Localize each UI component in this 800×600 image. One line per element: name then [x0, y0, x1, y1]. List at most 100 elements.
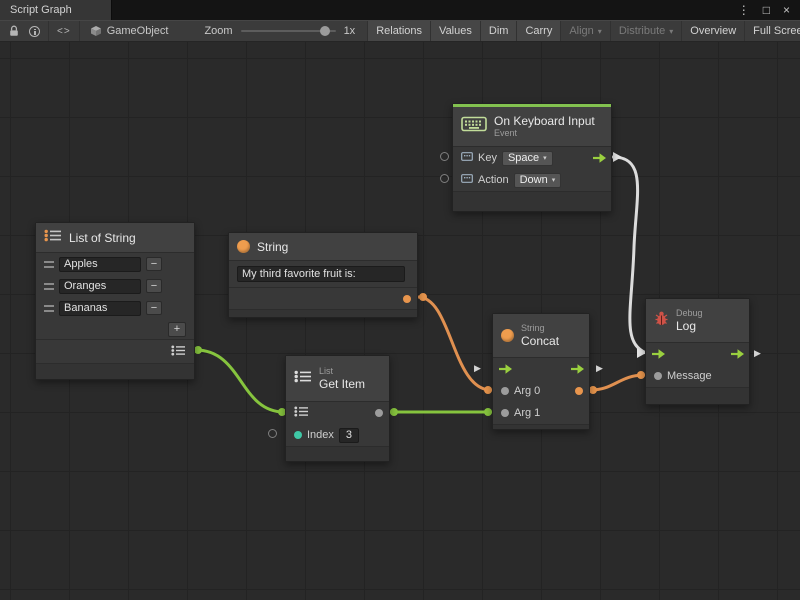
port-concat-result[interactable] [589, 386, 597, 394]
toolbar-code-group: <> [49, 21, 80, 41]
zoom-control: Zoom 1x [178, 21, 368, 41]
string-type-icon [237, 240, 250, 253]
bug-icon [654, 310, 669, 331]
drag-handle-icon[interactable] [44, 305, 54, 312]
node-header: List of String [36, 223, 194, 253]
string-output-port[interactable] [403, 295, 411, 303]
window-controls: ⋮ □ × [738, 0, 800, 20]
tab-title: Script Graph [10, 4, 72, 16]
log-flow-out-triangle[interactable]: ▶ [754, 349, 761, 358]
gameobject-selector[interactable]: GameObject [80, 21, 179, 41]
tab-strip: Script Graph ⋮ □ × [0, 0, 800, 20]
result-output-port[interactable] [575, 387, 583, 395]
remove-item-button[interactable]: − [146, 301, 162, 315]
string-type-icon [501, 329, 514, 342]
relations-button[interactable]: Relations [368, 21, 431, 41]
dim-button[interactable]: Dim [481, 21, 518, 41]
list-item-input[interactable] [59, 301, 141, 316]
string-value-input[interactable] [237, 266, 405, 282]
concat-flow-in-triangle[interactable]: ▶ [474, 364, 481, 373]
list-item-input[interactable] [59, 279, 141, 294]
list-input-icon[interactable] [294, 406, 309, 420]
index-input-port[interactable] [294, 431, 302, 439]
drag-handle-icon[interactable] [44, 261, 54, 268]
key-port-ring[interactable] [440, 152, 449, 161]
index-port-ring[interactable] [268, 429, 277, 438]
string-output-row [229, 287, 417, 309]
edit-script-icon[interactable]: <> [57, 26, 71, 37]
list-item-row: − [36, 297, 194, 319]
node-footer [493, 424, 589, 429]
node-header: String [229, 233, 417, 261]
window-menu-icon[interactable]: ⋮ [738, 3, 750, 17]
message-input-port[interactable] [654, 372, 662, 380]
index-input[interactable] [339, 428, 359, 443]
graph-canvas[interactable]: On Keyboard Input Event Key Space ▾ Acti… [0, 42, 800, 600]
node-string-literal[interactable]: String [228, 232, 418, 318]
node-footer [286, 446, 389, 461]
distribute-button[interactable]: Distribute▾ [611, 21, 682, 41]
arg1-input-port[interactable] [501, 409, 509, 417]
arg0-label: Arg 0 [514, 385, 540, 397]
action-port-ring[interactable] [440, 174, 449, 183]
chevron-down-icon: ▾ [669, 27, 673, 36]
values-button[interactable]: Values [431, 21, 481, 41]
wire-string-to-concat[interactable] [418, 297, 491, 390]
zoom-slider[interactable] [241, 30, 336, 32]
arg0-input-port[interactable] [501, 387, 509, 395]
port-getitem-output[interactable] [390, 408, 398, 416]
carry-button[interactable]: Carry [517, 21, 561, 41]
flow-output-port[interactable] [570, 364, 585, 375]
unity-cube-icon [90, 25, 102, 37]
keyboard-icon [461, 115, 487, 138]
port-log-message-input[interactable] [637, 371, 645, 379]
list-item-row: − [36, 275, 194, 297]
concat-flow-out-triangle[interactable]: ▶ [596, 364, 603, 373]
zoom-label: Zoom [204, 25, 232, 37]
chevron-down-icon: ▾ [552, 176, 556, 184]
port-string-output[interactable] [419, 293, 427, 301]
port-concat-arg1-input[interactable] [484, 408, 492, 416]
flow-input-port[interactable] [498, 364, 513, 375]
wire-list-to-getitem[interactable] [196, 350, 284, 412]
wire-keyboard-to-log[interactable] [613, 157, 646, 353]
remove-item-button[interactable]: − [146, 279, 162, 293]
info-icon[interactable] [29, 26, 40, 37]
node-debug-log[interactable]: Debug Log Message [645, 298, 750, 405]
lock-icon[interactable] [8, 25, 20, 37]
zoom-slider-knob[interactable] [320, 26, 330, 36]
wire-start-arrow [613, 152, 622, 162]
node-on-keyboard-input[interactable]: On Keyboard Input Event Key Space ▾ Acti… [452, 103, 612, 212]
node-footer [36, 363, 194, 379]
drag-handle-icon[interactable] [44, 283, 54, 290]
overview-button[interactable]: Overview [682, 21, 745, 41]
node-list-of-string[interactable]: List of String − − − + [35, 222, 195, 380]
flow-output-port[interactable] [592, 153, 607, 164]
key-dropdown[interactable]: Space ▾ [502, 151, 553, 166]
node-concat[interactable]: String Concat Arg 0 Arg 1 [492, 313, 590, 430]
node-title: Log [676, 319, 703, 333]
item-output-port[interactable] [375, 409, 383, 417]
action-dropdown[interactable]: Down ▾ [514, 173, 562, 188]
node-title: On Keyboard Input [494, 114, 595, 128]
tab-script-graph[interactable]: Script Graph [0, 0, 112, 20]
node-kicker: List [319, 366, 365, 377]
list-output-icon[interactable] [171, 345, 186, 359]
wire-concat-to-log[interactable] [591, 375, 644, 390]
flow-input-port[interactable] [651, 349, 666, 360]
key-type-icon [461, 152, 473, 164]
flow-output-port[interactable] [730, 349, 745, 360]
remove-item-button[interactable]: − [146, 257, 162, 271]
align-button[interactable]: Align▾ [561, 21, 610, 41]
window-close-icon[interactable]: × [783, 3, 790, 17]
add-item-button[interactable]: + [168, 322, 186, 337]
node-footer [229, 309, 417, 317]
port-list-output[interactable] [194, 346, 202, 354]
arg0-row: Arg 0 [493, 380, 589, 402]
node-get-item[interactable]: List Get Item Index [285, 355, 390, 462]
window-maximize-icon[interactable]: □ [763, 3, 770, 17]
fullscreen-button[interactable]: Full Screen [745, 21, 800, 41]
port-concat-arg0-input[interactable] [484, 386, 492, 394]
list-item-input[interactable] [59, 257, 141, 272]
node-kicker: Debug [676, 308, 703, 319]
